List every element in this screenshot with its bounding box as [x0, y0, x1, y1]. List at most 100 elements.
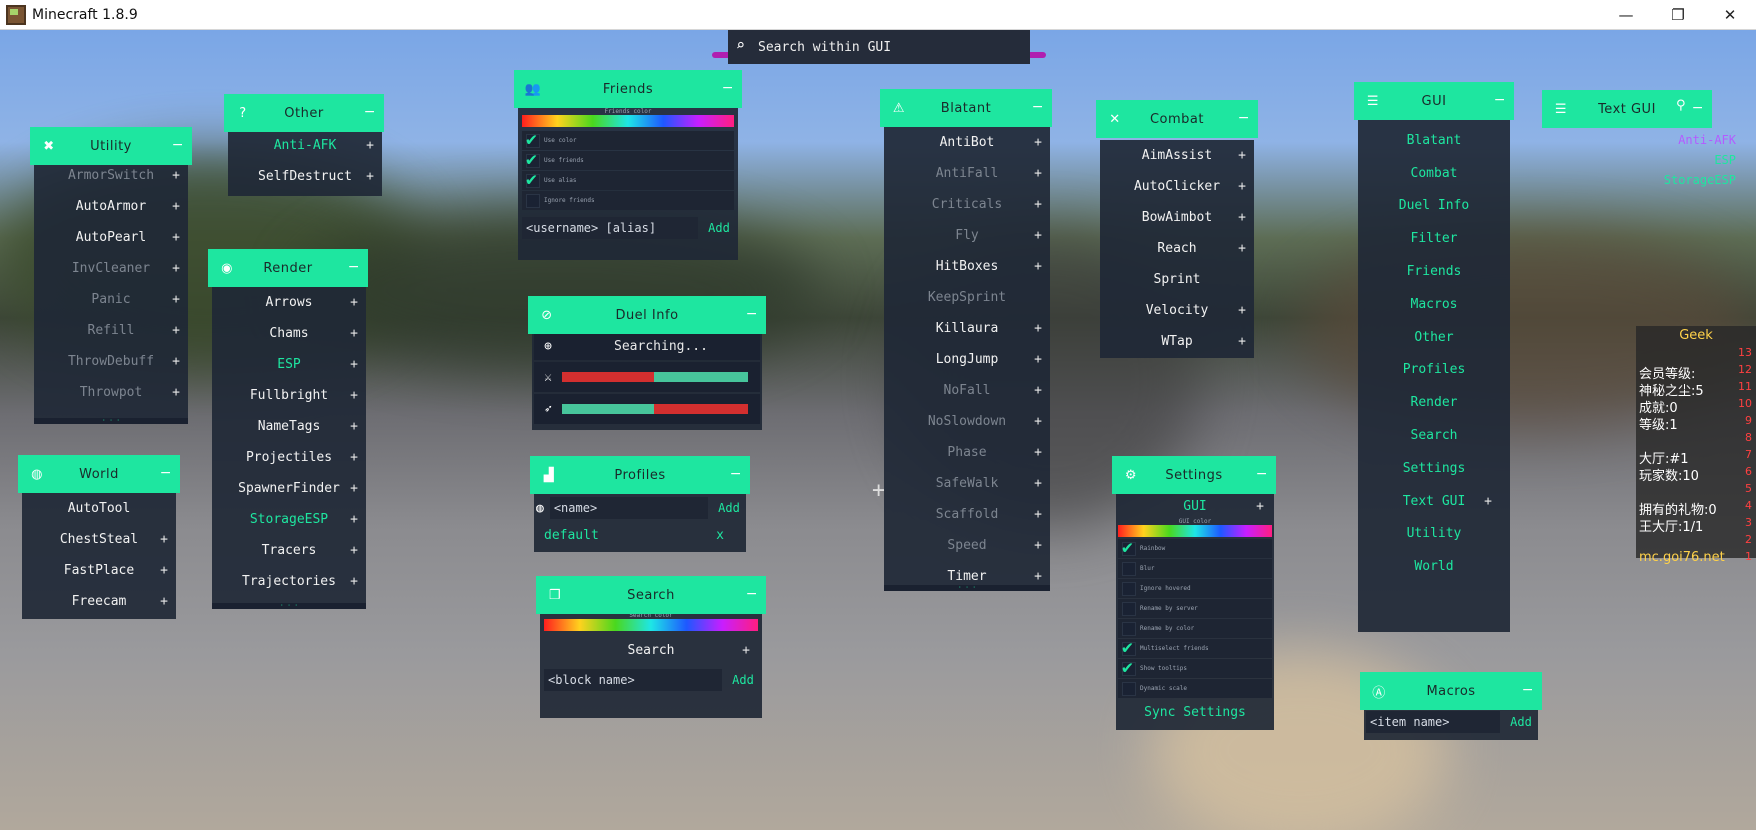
module-sprint[interactable]: Sprint	[1100, 264, 1254, 295]
expand-icon[interactable]: +	[172, 292, 180, 307]
expand-icon[interactable]: +	[1238, 241, 1246, 256]
module-fly[interactable]: Fly +	[884, 220, 1050, 251]
expand-icon[interactable]: +	[350, 326, 358, 341]
module-autoarmor[interactable]: AutoArmor +	[34, 191, 188, 222]
checkbox[interactable]	[1122, 601, 1136, 616]
module-anti-afk[interactable]: Anti-AFK +	[228, 130, 382, 161]
expand-icon[interactable]: +	[1034, 507, 1042, 522]
module-killaura[interactable]: Killaura +	[884, 313, 1050, 344]
module-velocity[interactable]: Velocity +	[1100, 295, 1254, 326]
module-aimassist[interactable]: AimAssist +	[1100, 140, 1254, 171]
other-header[interactable]: ? Other −	[224, 94, 384, 132]
expand-icon[interactable]: +	[1034, 197, 1042, 212]
expand-icon[interactable]: +	[350, 295, 358, 310]
expand-icon[interactable]: +	[350, 512, 358, 527]
expand-icon[interactable]: +	[1484, 494, 1492, 509]
module-antifall[interactable]: AntiFall +	[884, 158, 1050, 189]
module-throwpot[interactable]: Throwpot +	[34, 377, 188, 408]
module-autoclicker[interactable]: AutoClicker +	[1100, 171, 1254, 202]
expand-icon[interactable]: +	[172, 199, 180, 214]
module-refill[interactable]: Refill +	[34, 315, 188, 346]
expand-icon[interactable]: +	[350, 357, 358, 372]
gui-entry-utility[interactable]: Utility	[1358, 518, 1510, 551]
maximize-button[interactable]: ❐	[1652, 0, 1704, 30]
collapse-icon[interactable]: −	[160, 465, 172, 481]
friends-color-slider[interactable]	[522, 115, 734, 127]
module-keepsprint[interactable]: KeepSprint	[884, 282, 1050, 313]
profile-entry[interactable]: default x	[536, 522, 744, 543]
gui-entry-other[interactable]: Other	[1358, 321, 1510, 354]
expand-icon[interactable]: +	[1238, 210, 1246, 225]
expand-icon[interactable]: +	[160, 532, 168, 547]
module-criticals[interactable]: Criticals +	[884, 189, 1050, 220]
expand-icon[interactable]: +	[350, 450, 358, 465]
expand-icon[interactable]: +	[1034, 352, 1042, 367]
collapse-icon[interactable]: −	[1256, 466, 1268, 482]
expand-icon[interactable]: +	[1238, 303, 1246, 318]
gui-header[interactable]: ☰ GUI −	[1354, 82, 1514, 120]
expand-icon[interactable]: +	[160, 594, 168, 609]
expand-icon[interactable]: +	[1256, 499, 1264, 514]
expand-icon[interactable]: +	[350, 481, 358, 496]
macros-header[interactable]: Ⓐ Macros −	[1360, 672, 1542, 710]
collapse-icon[interactable]: −	[348, 259, 360, 275]
friends-header[interactable]: 👥 Friends −	[514, 70, 742, 108]
expand-icon[interactable]: +	[172, 168, 180, 183]
expand-icon[interactable]: +	[350, 388, 358, 403]
collapse-icon[interactable]: −	[730, 466, 742, 482]
expand-icon[interactable]: +	[1034, 259, 1042, 274]
profiles-header[interactable]: ▟ Profiles −	[530, 456, 750, 494]
module-cheststeal[interactable]: ChestSteal +	[22, 524, 176, 555]
expand-icon[interactable]: +	[1034, 538, 1042, 553]
gui-entry-duel-info[interactable]: Duel Info	[1358, 190, 1510, 223]
module-longjump[interactable]: LongJump +	[884, 344, 1050, 375]
module-autopearl[interactable]: AutoPearl +	[34, 222, 188, 253]
module-reach[interactable]: Reach +	[1100, 233, 1254, 264]
text-gui-header[interactable]: ☰ Text GUI ⚲ −	[1542, 90, 1712, 128]
expand-icon[interactable]: +	[1034, 383, 1042, 398]
utility-header[interactable]: ✖ Utility −	[30, 127, 192, 165]
gui-color-slider[interactable]	[1118, 525, 1272, 537]
checkbox[interactable]	[1122, 561, 1136, 576]
checkbox[interactable]	[1122, 681, 1136, 696]
expand-icon[interactable]: +	[366, 169, 374, 184]
expand-icon[interactable]: +	[172, 261, 180, 276]
checkbox[interactable]	[1122, 581, 1136, 596]
module-chams[interactable]: Chams +	[212, 318, 366, 349]
scroll-indicator[interactable]: · · ·	[212, 603, 366, 609]
checkbox-row[interactable]: Dynamic scale	[1118, 679, 1272, 698]
module-autotool[interactable]: AutoTool	[22, 493, 176, 524]
module-nametags[interactable]: NameTags +	[212, 411, 366, 442]
gui-entry-search[interactable]: Search	[1358, 419, 1510, 452]
checkbox-row[interactable]: Rename by server	[1118, 599, 1272, 618]
module-phase[interactable]: Phase +	[884, 437, 1050, 468]
expand-icon[interactable]: +	[1034, 569, 1042, 584]
module-noslowdown[interactable]: NoSlowdown +	[884, 406, 1050, 437]
remove-profile-button[interactable]: x	[716, 528, 724, 543]
expand-icon[interactable]: +	[160, 563, 168, 578]
expand-icon[interactable]: +	[1034, 414, 1042, 429]
collapse-icon[interactable]: −	[1494, 92, 1506, 108]
checkbox[interactable]	[526, 149, 540, 170]
expand-icon[interactable]: +	[1034, 476, 1042, 491]
module-nofall[interactable]: NoFall +	[884, 375, 1050, 406]
block-name-input[interactable]: <block name>	[544, 669, 722, 691]
checkbox-row[interactable]: Use friends	[522, 149, 734, 170]
item-name-input[interactable]: <item name>	[1366, 711, 1500, 733]
module-wtap[interactable]: WTap +	[1100, 326, 1254, 357]
expand-icon[interactable]: +	[366, 138, 374, 153]
world-header[interactable]: ◍ World −	[18, 455, 180, 493]
module-arrows[interactable]: Arrows +	[212, 287, 366, 318]
checkbox[interactable]	[526, 193, 540, 208]
gui-entry-world[interactable]: World	[1358, 550, 1510, 583]
checkbox-row[interactable]: Rename by color	[1118, 619, 1272, 638]
checkbox[interactable]	[526, 129, 540, 150]
checkbox-row[interactable]: Rainbow	[1118, 537, 1272, 558]
gui-entry-render[interactable]: Render	[1358, 386, 1510, 419]
search-color-slider[interactable]	[544, 619, 758, 631]
expand-icon[interactable]: +	[350, 419, 358, 434]
module-scaffold[interactable]: Scaffold +	[884, 499, 1050, 530]
module-panic[interactable]: Panic +	[34, 284, 188, 315]
gui-entry-filter[interactable]: Filter	[1358, 222, 1510, 255]
expand-icon[interactable]: +	[1238, 148, 1246, 163]
